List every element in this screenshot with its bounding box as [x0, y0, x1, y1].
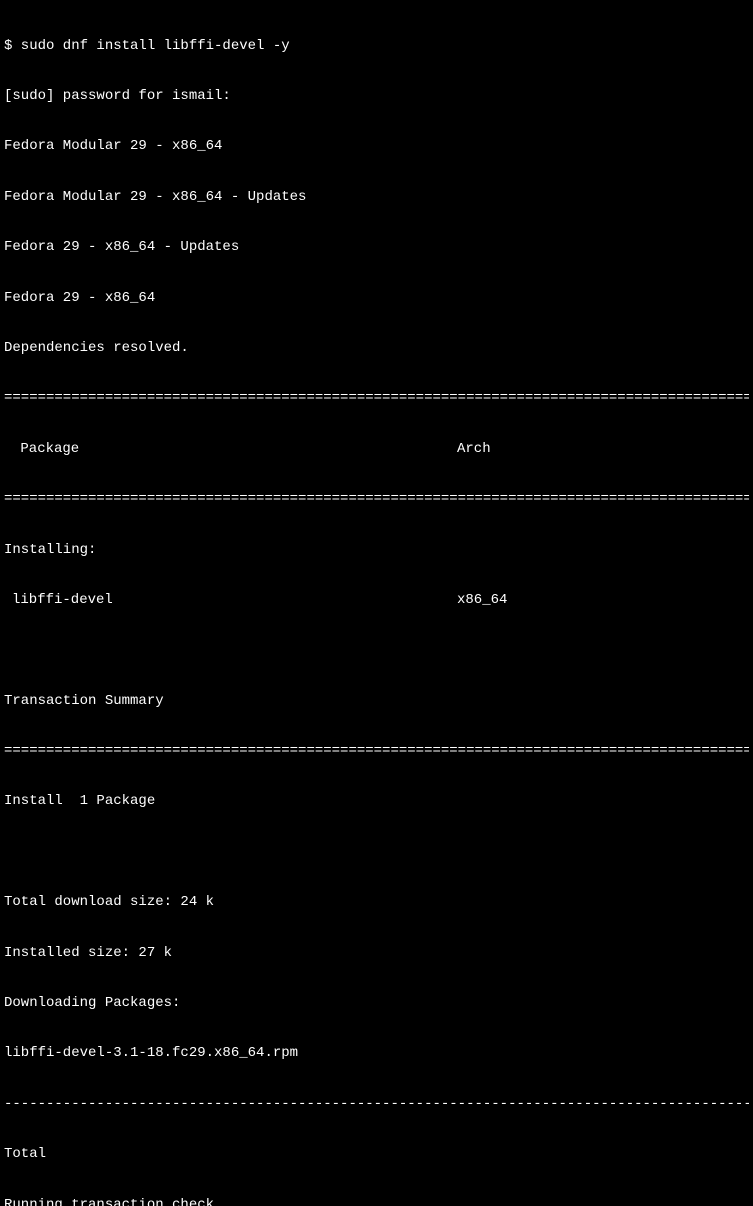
package-name: libffi-devel: [12, 592, 457, 609]
installed-size: Installed size: 27 k: [4, 945, 749, 962]
summary-title: Transaction Summary: [4, 693, 749, 710]
repo-line: Fedora 29 - x86_64 - Updates: [4, 239, 749, 256]
install-count: Install 1 Package: [4, 793, 749, 810]
divider: ========================================…: [4, 491, 749, 508]
download-size: Total download size: 24 k: [4, 894, 749, 911]
divider: ========================================…: [4, 743, 749, 760]
total-label: Total: [4, 1146, 749, 1163]
terminal-output: $ sudo dnf install libffi-devel -y [sudo…: [4, 4, 749, 1206]
package-arch: x86_64: [457, 592, 749, 609]
blank-line: [4, 642, 749, 659]
package-row: libffi-devel x86_64: [4, 592, 749, 609]
downloading-label: Downloading Packages:: [4, 995, 749, 1012]
rpm-file: libffi-devel-3.1-18.fc29.x86_64.rpm: [4, 1045, 749, 1062]
installing-label: Installing:: [4, 542, 749, 559]
divider-dash: ----------------------------------------…: [4, 1096, 749, 1113]
col-package-header: Package: [12, 441, 457, 458]
deps-resolved: Dependencies resolved.: [4, 340, 749, 357]
table-header: Package Arch: [4, 441, 749, 458]
command-line: $ sudo dnf install libffi-devel -y: [4, 38, 749, 55]
repo-line: Fedora 29 - x86_64: [4, 290, 749, 307]
sudo-prompt: [sudo] password for ismail:: [4, 88, 749, 105]
transaction-check: Running transaction check: [4, 1197, 749, 1206]
col-arch-header: Arch: [457, 441, 749, 458]
repo-line: Fedora Modular 29 - x86_64 - Updates: [4, 189, 749, 206]
blank-line: [4, 844, 749, 861]
repo-line: Fedora Modular 29 - x86_64: [4, 138, 749, 155]
divider: ========================================…: [4, 390, 749, 407]
